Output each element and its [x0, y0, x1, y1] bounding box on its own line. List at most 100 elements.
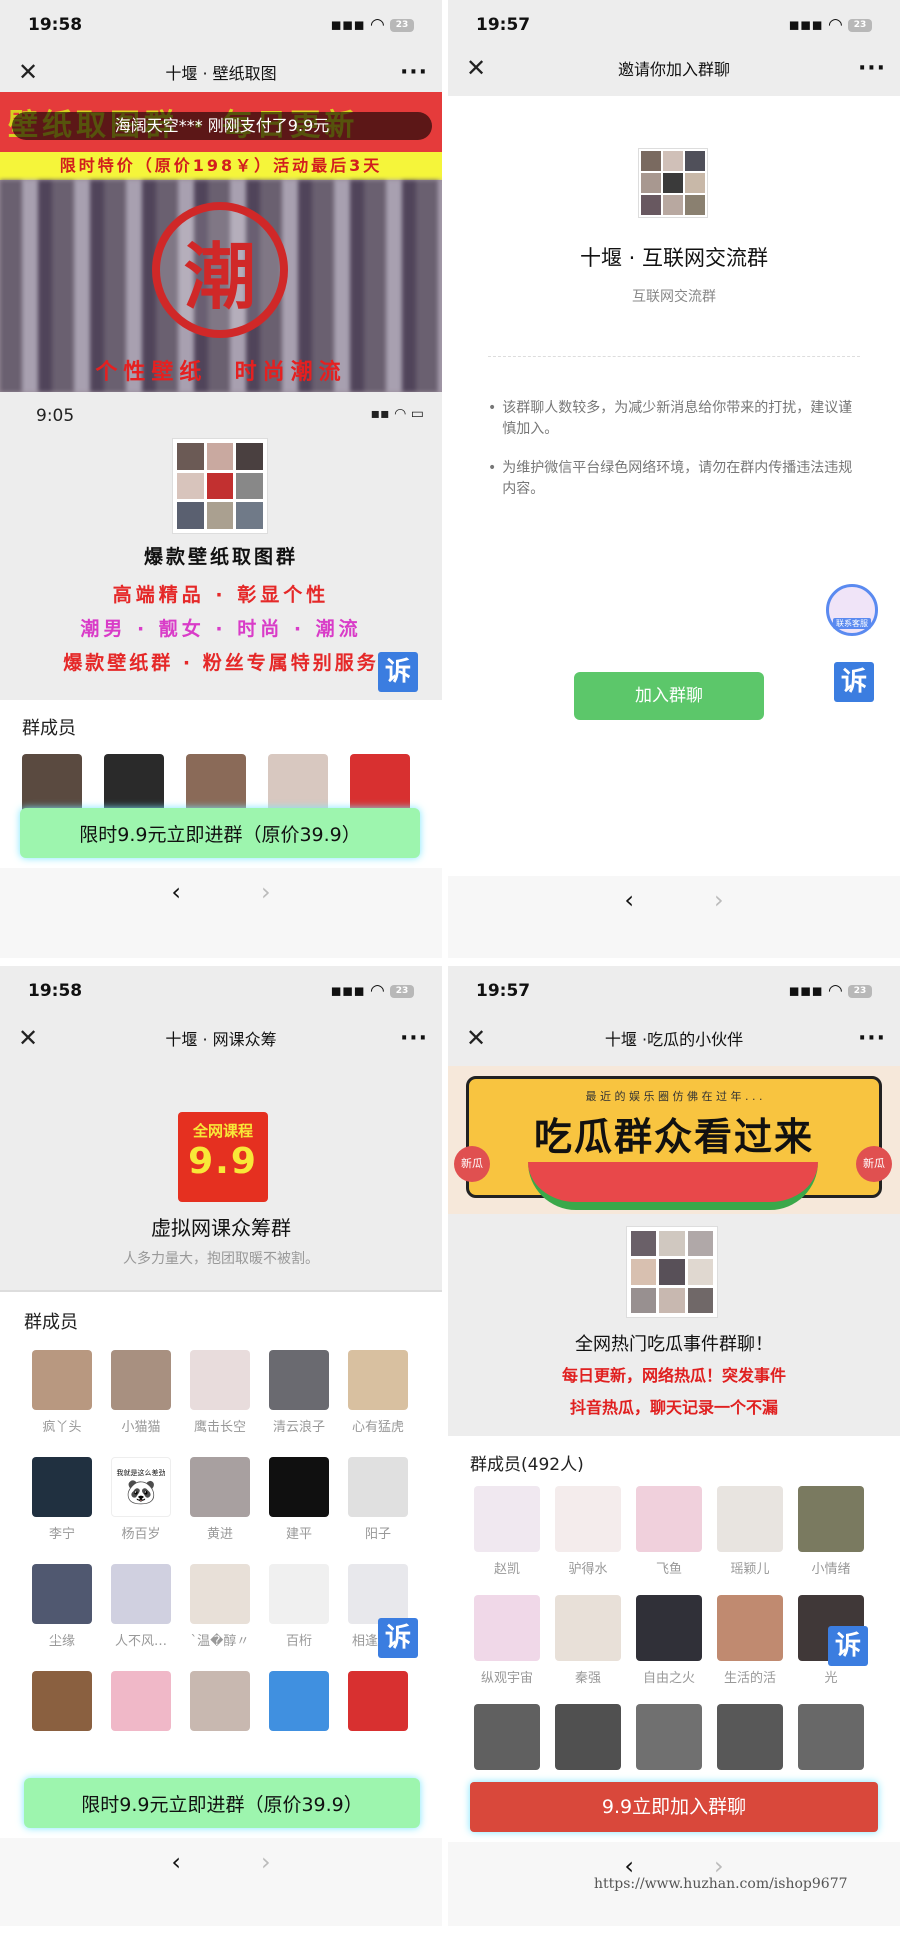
member[interactable]: 百桁	[269, 1564, 329, 1649]
member-avatar	[348, 1350, 408, 1410]
members-label: 群成员(492人)	[470, 1455, 584, 1475]
course-badge: 全网课程 9.9	[178, 1112, 268, 1202]
member-avatar	[636, 1595, 702, 1661]
member[interactable]	[32, 1671, 92, 1731]
group-avatar	[172, 438, 268, 534]
tagline-1: 高端精品 · 彰显个性	[112, 584, 330, 606]
member[interactable]: 纵观宇宙	[474, 1595, 540, 1686]
member[interactable]	[348, 1671, 408, 1731]
stamp-badge: 潮	[152, 202, 288, 338]
member-avatar[interactable]	[22, 754, 82, 814]
member[interactable]: 心有猛虎	[348, 1350, 408, 1435]
member-avatar[interactable]	[104, 754, 164, 814]
member[interactable]: 李宁	[32, 1457, 92, 1542]
member[interactable]	[636, 1704, 702, 1770]
member[interactable]: 阳子	[348, 1457, 408, 1542]
browser-bottom-bar: ‹ ›	[0, 1838, 442, 1926]
member[interactable]	[717, 1704, 783, 1770]
payment-notice: 海阔天空*** 刚刚支付了9.9元	[12, 112, 432, 140]
member[interactable]: 瑶颖儿	[717, 1486, 783, 1577]
back-icon[interactable]: ‹	[171, 1848, 181, 1926]
close-icon[interactable]: ✕	[448, 1024, 504, 1052]
forward-icon[interactable]: ›	[261, 1848, 271, 1926]
status-bar: 19:57 ▪▪▪ ◠ 23	[448, 966, 900, 1016]
more-icon[interactable]: ···	[386, 60, 442, 85]
wifi-icon: ◠	[828, 981, 842, 1001]
nav-bar: ✕ 邀请你加入群聊 ···	[448, 40, 900, 96]
support-avatar[interactable]: 联系客服	[826, 584, 878, 636]
panel-course-group: 19:58 ▪▪▪ ◠ 23 ✕ 十堰 · 网课众筹 ··· 全网课程 9.9 …	[0, 966, 442, 1926]
screenshot-collage: 19:58 ▪▪▪ ◠ 23 ✕ 十堰 · 壁纸取图 ··· 壁纸取图群 · 每…	[0, 0, 900, 1947]
member[interactable]: 人不风…	[111, 1564, 171, 1649]
member-avatar	[798, 1704, 864, 1770]
member[interactable]	[269, 1671, 329, 1731]
join-cta-button[interactable]: 9.9立即加入群聊	[470, 1782, 878, 1832]
watermark: https://www.huzhan.com/ishop9677	[594, 1876, 848, 1892]
member[interactable]: 清云浪子	[269, 1350, 329, 1435]
battery-icon: 23	[848, 984, 872, 998]
member[interactable]: 驴得水	[555, 1486, 621, 1577]
more-icon[interactable]: ···	[844, 1026, 900, 1051]
member[interactable]: 建平	[269, 1457, 329, 1542]
forward-icon[interactable]: ›	[714, 886, 724, 958]
promo-line: 限时特价（原价198￥）活动最后3天	[0, 152, 442, 180]
notice-1: • 该群聊人数较多，为减少新消息给你带来的打扰，建议谨慎加入。	[488, 400, 853, 437]
wifi-icon: ◠	[828, 15, 842, 35]
forward-icon[interactable]: ›	[261, 878, 271, 958]
member[interactable]	[474, 1704, 540, 1770]
member-avatar	[269, 1671, 329, 1731]
back-icon[interactable]: ‹	[624, 886, 634, 958]
member[interactable]	[111, 1671, 171, 1731]
member[interactable]: 尘缘	[32, 1564, 92, 1649]
members-label: 群成员	[24, 1312, 78, 1333]
member-avatar[interactable]	[186, 754, 246, 814]
members-section: 群成员 疯丫头 小猫猫 鹰击长空 清云浪子 心有猛虎 李宁 我就是这么差劲 🐼 杨百…	[0, 1290, 442, 1850]
member[interactable]	[555, 1704, 621, 1770]
member[interactable]: 飞鱼	[636, 1486, 702, 1577]
close-icon[interactable]: ✕	[0, 58, 56, 86]
member[interactable]: 秦强	[555, 1595, 621, 1686]
members-grid: 赵凯 驴得水 飞鱼 瑶颖儿 小情绪 纵观宇宙 秦强 自由之火 生活的活 光	[474, 1486, 884, 1770]
member[interactable]: 赵凯	[474, 1486, 540, 1577]
page-title: 十堰 ·吃瓜的小伙伴	[604, 1030, 744, 1049]
battery-icon: 23	[390, 18, 414, 32]
member[interactable]: 我就是这么差劲 🐼 杨百岁	[111, 1457, 171, 1542]
close-icon[interactable]: ✕	[448, 54, 504, 82]
join-cta-button[interactable]: 限时9.9元立即进群（原价39.9）	[20, 808, 420, 858]
more-icon[interactable]: ···	[844, 56, 900, 81]
support-label: 联系客服	[833, 618, 871, 629]
back-icon[interactable]: ‹	[171, 878, 181, 958]
member[interactable]: 生活的活	[717, 1595, 783, 1686]
join-cta-button[interactable]: 限时9.9元立即进群（原价39.9）	[24, 1778, 420, 1828]
report-button[interactable]: 诉	[378, 1618, 418, 1658]
report-button[interactable]: 诉	[378, 652, 418, 692]
group-avatar	[638, 148, 708, 218]
report-button[interactable]: 诉	[828, 1626, 868, 1666]
member[interactable]: `温�醇〃	[190, 1564, 250, 1649]
member[interactable]: 小情绪	[798, 1486, 864, 1577]
member-avatar	[474, 1704, 540, 1770]
inner-page: 9:05 ▪▪ ◠ ▭ 爆款壁纸取图群 高端精品 · 彰显个性 潮男 · 靓女 …	[0, 400, 442, 700]
member-avatar[interactable]	[268, 754, 328, 814]
member[interactable]: 疯丫头	[32, 1350, 92, 1435]
divider	[488, 356, 860, 357]
watermelon-icon	[528, 1162, 818, 1210]
more-icon[interactable]: ···	[386, 1026, 442, 1051]
member-avatar[interactable]	[350, 754, 410, 814]
member-avatar	[190, 1671, 250, 1731]
report-button[interactable]: 诉	[834, 662, 874, 702]
member-avatar	[636, 1486, 702, 1552]
member[interactable]	[798, 1704, 864, 1770]
close-icon[interactable]: ✕	[0, 1024, 56, 1052]
inner-status-icons: ▪▪ ◠ ▭	[370, 406, 424, 422]
member[interactable]: 自由之火	[636, 1595, 702, 1686]
member[interactable]: 小猫猫	[111, 1350, 171, 1435]
member-avatar	[348, 1457, 408, 1517]
member-avatar	[474, 1595, 540, 1661]
member-avatar	[348, 1564, 408, 1624]
member[interactable]	[190, 1671, 250, 1731]
member[interactable]: 黄进	[190, 1457, 250, 1542]
gossip-banner: 最 近 的 娱 乐 圈 仿 佛 在 过 年 . . . 吃瓜群众看过来 新瓜 新…	[448, 1066, 900, 1214]
join-button[interactable]: 加入群聊	[574, 672, 764, 720]
member[interactable]: 鹰击长空	[190, 1350, 250, 1435]
